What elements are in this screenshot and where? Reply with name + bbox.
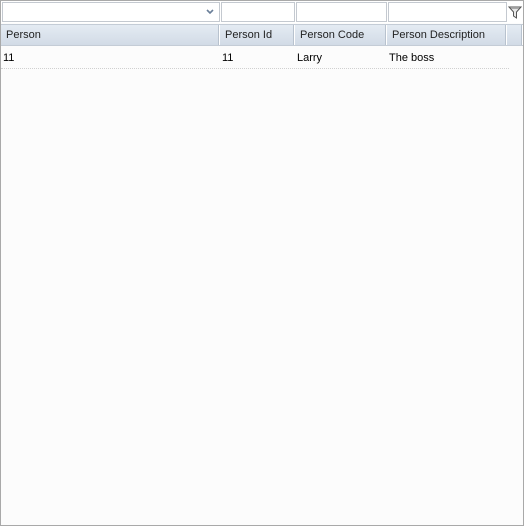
person-description-filter-input[interactable]: [388, 2, 507, 22]
cell-person-code[interactable]: Larry: [297, 47, 386, 69]
person-filter-select[interactable]: [2, 2, 220, 22]
filter-row: [1, 1, 523, 23]
person-code-filter-input[interactable]: [296, 2, 387, 22]
data-grid: Person Person Id Person Code Person Desc…: [0, 0, 524, 526]
column-header-spacer: [507, 25, 523, 45]
chevron-down-icon[interactable]: [205, 7, 215, 17]
table-row[interactable]: 11 11 Larry The boss: [1, 47, 509, 69]
cell-person[interactable]: 11: [3, 47, 218, 69]
column-header-person-code[interactable]: Person Code: [295, 25, 387, 45]
column-header-person[interactable]: Person: [1, 25, 220, 45]
cell-person-description[interactable]: The boss: [389, 47, 507, 69]
column-header-person-description[interactable]: Person Description: [387, 25, 507, 45]
cell-person-id[interactable]: 11: [222, 47, 294, 69]
column-header-row: Person Person Id Person Code Person Desc…: [1, 24, 523, 46]
person-id-filter-input[interactable]: [221, 2, 295, 22]
column-header-person-id[interactable]: Person Id: [220, 25, 295, 45]
funnel-icon[interactable]: [507, 2, 523, 22]
